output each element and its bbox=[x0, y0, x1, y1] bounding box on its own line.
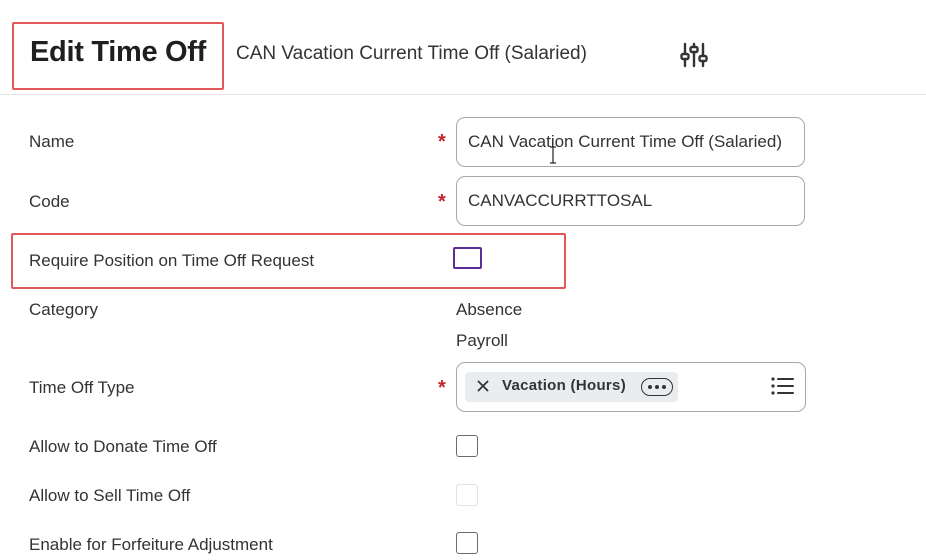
selected-time-off-type-label: Vacation (Hours) bbox=[502, 377, 626, 394]
page-header: Edit Time Off CAN Vacation Current Time … bbox=[0, 0, 926, 95]
selected-time-off-type-pill: Vacation (Hours) bbox=[465, 372, 678, 402]
code-required-marker: * bbox=[438, 191, 446, 213]
forfeiture-label: Enable for Forfeiture Adjustment bbox=[29, 535, 273, 554]
sliders-button[interactable] bbox=[676, 40, 712, 70]
category-value-payroll: Payroll bbox=[456, 331, 508, 350]
allow-donate-label: Allow to Donate Time Off bbox=[29, 437, 217, 456]
ellipsis-icon[interactable] bbox=[641, 378, 673, 396]
category-value-absence: Absence bbox=[456, 300, 523, 319]
require-position-label: Require Position on Time Off Request bbox=[29, 251, 315, 270]
list-icon[interactable] bbox=[771, 376, 795, 396]
code-label: Code bbox=[29, 192, 70, 211]
time-off-type-select[interactable]: Vacation (Hours) bbox=[456, 362, 806, 412]
require-position-checkbox[interactable] bbox=[453, 247, 482, 269]
name-input[interactable] bbox=[456, 117, 805, 167]
name-required-marker: * bbox=[438, 131, 446, 153]
time-off-type-label: Time Off Type bbox=[29, 378, 135, 397]
sliders-icon bbox=[680, 42, 708, 68]
allow-sell-label: Allow to Sell Time Off bbox=[29, 486, 191, 505]
text-cursor-icon bbox=[550, 146, 556, 164]
code-input[interactable] bbox=[456, 176, 805, 226]
forfeiture-checkbox[interactable] bbox=[456, 532, 478, 554]
page-title: Edit Time Off bbox=[30, 36, 207, 68]
edit-time-off-page: Edit Time Off CAN Vacation Current Time … bbox=[0, 0, 926, 560]
allow-donate-checkbox[interactable] bbox=[456, 435, 478, 457]
title-highlight-box: Edit Time Off bbox=[12, 22, 224, 90]
close-icon[interactable] bbox=[475, 378, 491, 394]
time-off-type-required-marker: * bbox=[438, 377, 446, 399]
allow-sell-checkbox bbox=[456, 484, 478, 506]
category-label: Category bbox=[29, 300, 98, 319]
page-subtitle: CAN Vacation Current Time Off (Salaried) bbox=[236, 43, 587, 64]
name-label: Name bbox=[29, 132, 75, 151]
